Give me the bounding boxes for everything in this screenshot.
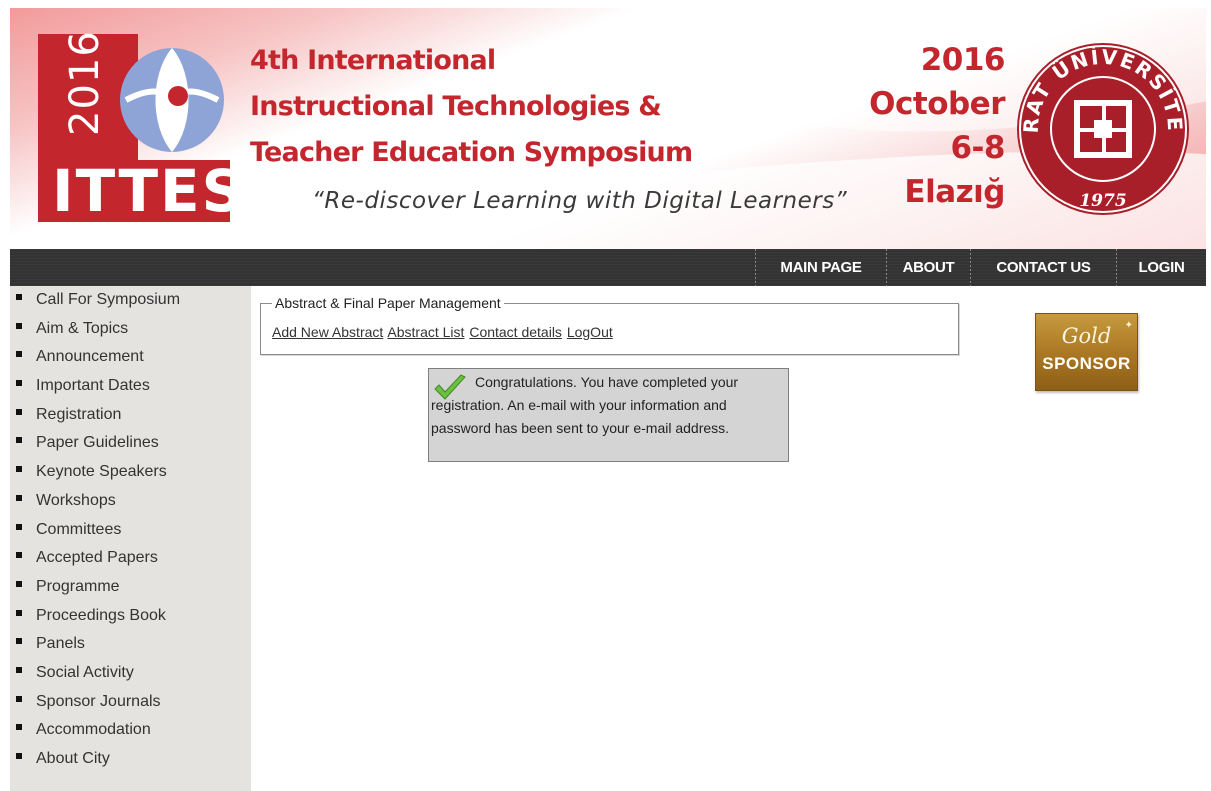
sidebar-item-panels[interactable]: Panels [16,632,180,661]
add-new-abstract-link[interactable]: Add New Abstract [272,324,383,340]
sidebar-item-paper-guidelines[interactable]: Paper Guidelines [16,431,180,460]
abstract-list-link[interactable]: Abstract List [387,324,464,340]
sidebar-item-call-for-symposium[interactable]: Call For Symposium [16,288,180,317]
sidebar-item-announcement[interactable]: Announcement [16,345,180,374]
sidebar-item-important-dates[interactable]: Important Dates [16,374,180,403]
title-line: Teacher Education Symposium [250,137,693,168]
symposium-title: 4th International Instructional Technolo… [250,38,693,176]
sidebar-item-label: Workshops [36,491,116,509]
sparkle-icon: ✦ [1124,320,1133,331]
bullet-icon [16,580,22,587]
title-line: Instructional Technologies & [250,91,662,122]
nav-contact-us[interactable]: CONTACT US [971,249,1116,286]
sidebar-item-registration[interactable]: Registration [16,403,180,432]
logout-link[interactable]: LogOut [567,324,613,340]
sidebar-item-label: Sponsor Journals [36,692,161,710]
sidebar-item-committees[interactable]: Committees [16,518,180,547]
panel-links: Add New Abstract Abstract List Contact d… [272,324,614,340]
logo-brand: ITTES [52,157,246,225]
bullet-icon [16,437,22,444]
sidebar-item-label: Accommodation [36,721,151,739]
bullet-icon [16,408,22,415]
sponsor-label: SPONSOR [1042,354,1131,373]
bullet-icon [16,351,22,358]
bullet-icon [16,753,22,759]
bullet-icon [16,380,22,387]
bullet-icon [16,724,22,731]
top-nav: MAIN PAGE ABOUT CONTACT US LOGIN [10,249,1206,286]
seal-year: 1975 [1079,191,1126,211]
sidebar-item-label: Keynote Speakers [36,463,167,481]
sidebar-item-social-activity[interactable]: Social Activity [16,661,180,690]
bullet-icon [16,494,22,501]
bullet-icon [16,609,22,616]
sidebar-item-label: Accepted Papers [36,549,158,567]
date-line: Elazığ [904,174,1005,210]
sidebar-item-accommodation[interactable]: Accommodation [16,718,180,747]
globe-emblem-icon [120,48,224,152]
sidebar-item-label: Announcement [36,348,144,366]
sidebar-item-keynote-speakers[interactable]: Keynote Speakers [16,460,180,489]
contact-details-link[interactable]: Contact details [469,324,562,340]
sidebar-item-proceedings-book[interactable]: Proceedings Book [16,604,180,633]
sidebar-item-label: Social Activity [36,663,134,681]
date-line: October [869,86,1005,122]
sidebar-item-sponsor-journals[interactable]: Sponsor Journals [16,690,180,719]
symposium-logo: 2016 ITTES [38,30,246,225]
sidebar-item-label: Important Dates [36,377,150,395]
notice-message: Congratulations. You have completed your… [431,374,739,436]
date-line: 6-8 [950,130,1005,166]
sidebar: Call For Symposium Aim & Topics Announce… [10,286,251,791]
bullet-icon [16,523,22,530]
sponsor-tier: Gold [1061,324,1112,348]
sidebar-item-label: Proceedings Book [36,606,166,624]
sidebar-item-label: Programme [36,577,120,595]
gold-sponsor-badge[interactable]: ✦ Gold SPONSOR [1035,313,1138,391]
event-date: 2016 October 6-8 Elazığ [860,38,1005,214]
sidebar-item-accepted-papers[interactable]: Accepted Papers [16,546,180,575]
sidebar-item-label: Aim & Topics [36,319,129,337]
registration-success-notice: Congratulations. You have completed your… [428,368,789,462]
bullet-icon [16,552,22,559]
paper-management-panel: Abstract & Final Paper Management Add Ne… [260,295,959,355]
sidebar-item-label: Call For Symposium [36,291,181,308]
university-seal-icon: FIRAT ÜNİVERSİTESİ 1975 [1014,40,1189,215]
panel-legend: Abstract & Final Paper Management [272,295,504,311]
sidebar-item-label: Committees [36,520,122,538]
bullet-icon [16,466,22,473]
bullet-icon [16,322,22,329]
bullet-icon [16,638,22,645]
sidebar-item-aim-topics[interactable]: Aim & Topics [16,317,180,346]
nav-login[interactable]: LOGIN [1117,249,1206,286]
title-line: 4th International [250,45,496,76]
nav-main-page[interactable]: MAIN PAGE [756,249,886,286]
nav-about[interactable]: ABOUT [887,249,970,286]
date-line: 2016 [920,42,1006,78]
sidebar-item-label: Panels [36,635,85,653]
sidebar-item-about-city[interactable]: About City [16,747,180,776]
symposium-slogan: “Re-discover Learning with Digital Learn… [312,188,848,214]
sidebar-item-label: Paper Guidelines [36,434,159,452]
bullet-icon [16,666,22,673]
header-banner: 2016 ITTES 4th International Instruction… [10,8,1206,249]
sidebar-item-label: Registration [36,405,122,423]
sidebar-item-workshops[interactable]: Workshops [16,489,180,518]
bullet-icon [16,695,22,702]
sidebar-item-programme[interactable]: Programme [16,575,180,604]
bullet-icon [16,294,22,300]
sidebar-item-label: About City [36,750,110,767]
sidebar-menu: Call For Symposium Aim & Topics Announce… [16,288,180,776]
